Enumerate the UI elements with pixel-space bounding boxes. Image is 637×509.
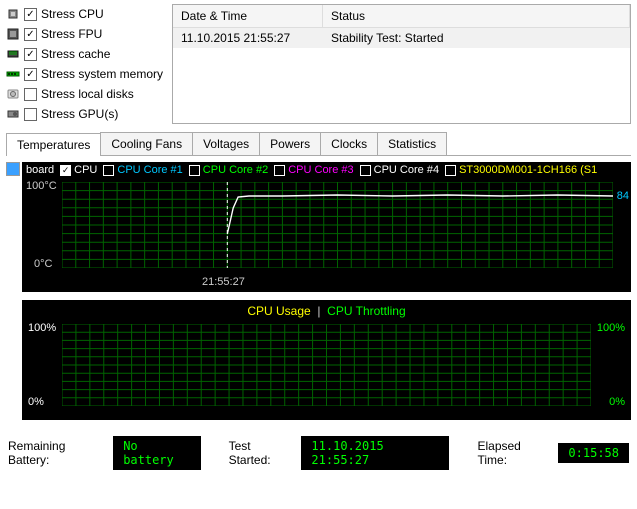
log-header-status[interactable]: Status [323,5,630,27]
current-temp-value: 84 [617,190,629,202]
status-bar: Remaining Battery: No battery Test Start… [0,426,637,480]
legend-label: CPU [74,164,97,176]
log-cell-status: Stability Test: Started [323,28,630,48]
tab-bar: TemperaturesCooling FansVoltagesPowersCl… [6,132,631,156]
fpu-icon [6,27,20,41]
stress-checkbox[interactable]: ✓ [24,48,37,61]
gpu-icon [6,107,20,121]
legend-label: ST3000DM001-1CH166 (S1 [459,164,597,176]
cpu-usage-label: CPU Usage [247,304,310,318]
legend-label: CPU Core #3 [288,164,353,176]
stress-checkbox[interactable]: ✓ [24,8,37,21]
cpu-usage-graph: CPU Usage | CPU Throttling 100% 0% 100% … [22,300,631,420]
legend-item[interactable]: CPU Core #4 [360,164,439,176]
right-axis-min: 0% [609,396,625,408]
left-axis-max: 100% [28,322,56,334]
legend-label: CPU Core #4 [374,164,439,176]
disk-icon [6,87,20,101]
tab-powers[interactable]: Powers [259,132,321,155]
right-axis-max: 100% [597,322,625,334]
legend-item[interactable]: ✓CPU [60,164,97,176]
stress-checkbox[interactable]: ✓ [24,68,37,81]
started-value: 11.10.2015 21:55:27 [301,436,449,470]
stress-checkbox[interactable] [24,88,37,101]
stress-checkbox[interactable] [24,108,37,121]
ram-icon [6,67,20,81]
legend-item[interactable]: ST3000DM001-1CH166 (S1 [445,164,597,176]
legend-checkbox[interactable] [360,165,371,176]
log-row[interactable]: 11.10.2015 21:55:27Stability Test: Start… [173,28,630,48]
stress-option-label: Stress system memory [41,67,163,81]
legend-checkbox[interactable]: ✓ [60,165,71,176]
legend-checkbox[interactable] [103,165,114,176]
legend-checkbox[interactable] [189,165,200,176]
legend-leading: board [26,164,54,176]
stress-checkbox[interactable]: ✓ [24,28,37,41]
battery-value: No battery [113,436,200,470]
legend-label: CPU Core #1 [117,164,182,176]
stress-option-label: Stress FPU [41,27,102,41]
tab-statistics[interactable]: Statistics [377,132,447,155]
cpu-throttling-label: CPU Throttling [327,304,405,318]
elapsed-value: 0:15:58 [558,443,629,463]
legend-checkbox[interactable] [445,165,456,176]
usage-chart-svg [62,324,591,406]
temperature-graph: board ✓CPU CPU Core #1 CPU Core #2 CPU Core … [22,162,631,292]
y-axis-max: 100°C [26,180,57,192]
legend-item[interactable]: CPU Core #2 [189,164,268,176]
elapsed-label: Elapsed Time: [477,439,548,467]
tab-clocks[interactable]: Clocks [320,132,378,155]
tab-cooling-fans[interactable]: Cooling Fans [100,132,193,155]
stress-option-label: Stress GPU(s) [41,107,118,121]
log-header-datetime[interactable]: Date & Time [173,5,323,27]
legend-item[interactable]: CPU Core #1 [103,164,182,176]
stress-option-label: Stress cache [41,47,110,61]
legend-item[interactable]: CPU Core #3 [274,164,353,176]
battery-label: Remaining Battery: [8,439,103,467]
stress-option-label: Stress local disks [41,87,134,101]
legend-label: CPU Core #2 [203,164,268,176]
legend-checkbox[interactable] [274,165,285,176]
y-axis-min: 0°C [34,258,52,270]
stress-option-label: Stress CPU [41,7,104,21]
cpu-icon [6,7,20,21]
cache-icon [6,47,20,61]
series-color-swatch[interactable] [6,162,20,176]
left-axis-min: 0% [28,396,44,408]
tab-voltages[interactable]: Voltages [192,132,260,155]
event-log: Date & Time Status 11.10.2015 21:55:27St… [172,4,631,124]
temp-chart-svg [62,182,613,268]
log-cell-dt: 11.10.2015 21:55:27 [173,28,323,48]
started-label: Test Started: [229,439,292,467]
event-timestamp: 21:55:27 [202,276,245,288]
tab-temperatures[interactable]: Temperatures [6,133,101,156]
